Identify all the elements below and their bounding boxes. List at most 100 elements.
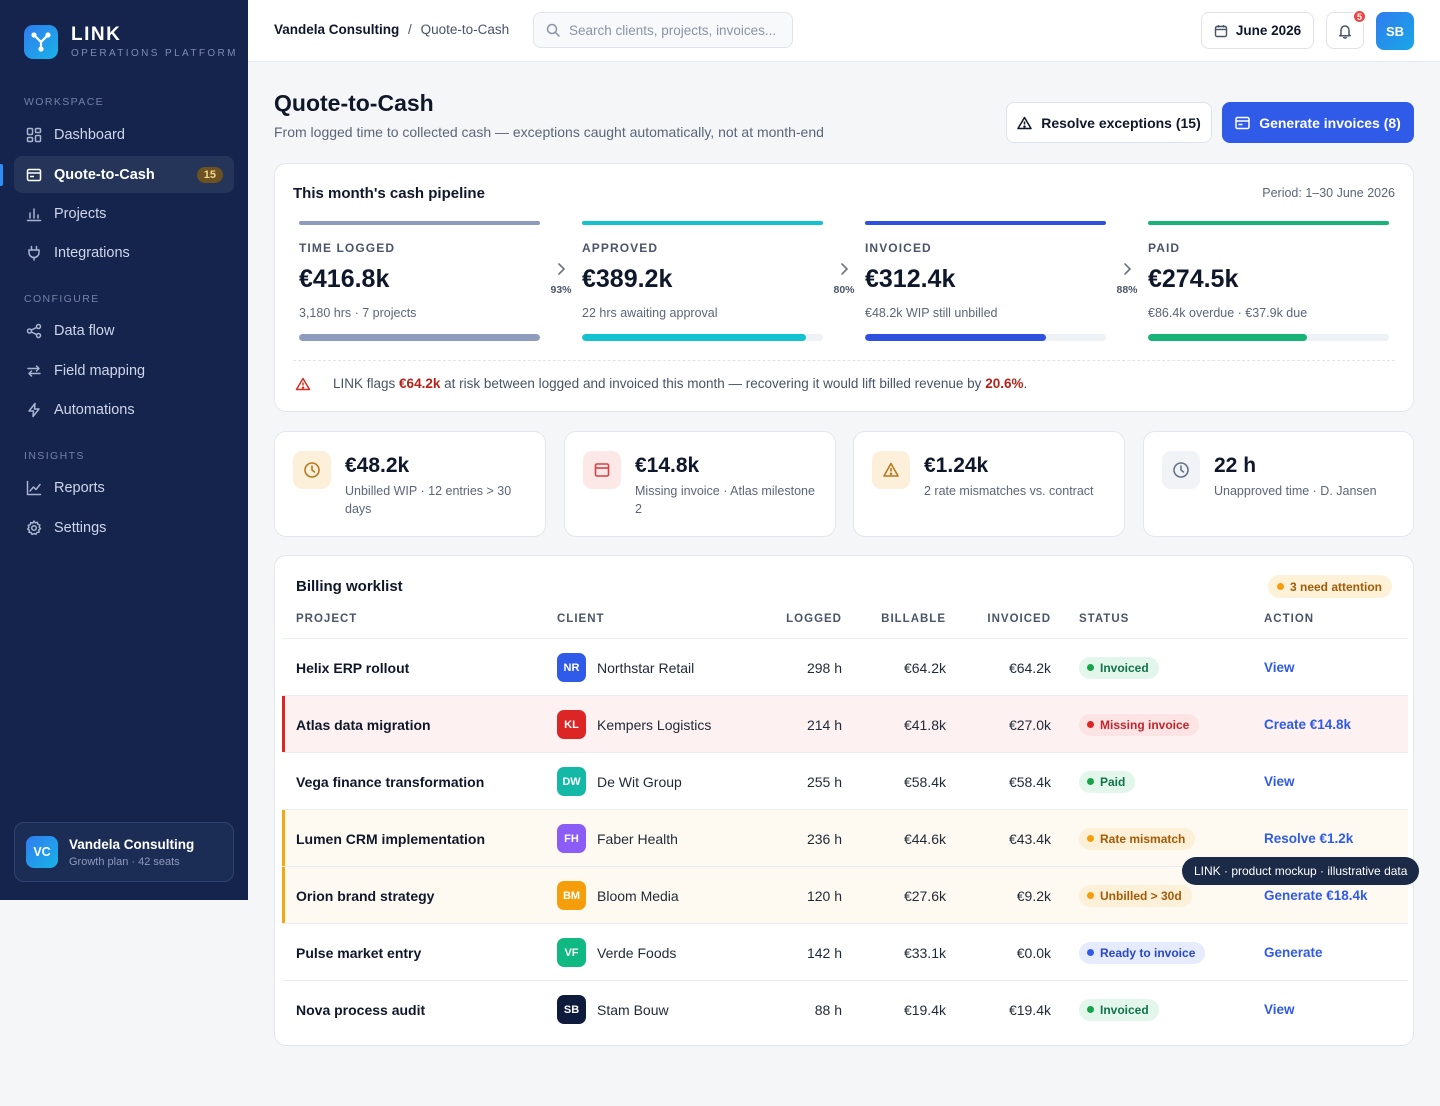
column-header-logged[interactable]: LOGGED <box>762 613 842 625</box>
sidebar-item-projects[interactable]: Projects <box>14 195 234 232</box>
status-cell: Unbilled > 30d <box>1079 867 1192 924</box>
org-switcher[interactable]: VC Vandela Consulting Growth plan · 42 s… <box>14 822 234 882</box>
resolve-exceptions-label: Resolve exceptions (15) <box>1041 114 1201 131</box>
project-name: Helix ERP rollout <box>296 659 410 676</box>
invoiced-amount: €19.4k <box>1008 1001 1051 1018</box>
invoice-icon <box>583 451 621 489</box>
client-cell: SB Stam Bouw <box>557 981 669 1038</box>
status-cell: Ready to invoice <box>1079 924 1206 981</box>
sidebar-item-label: Dashboard <box>54 126 125 143</box>
share-icon <box>25 322 43 340</box>
sidebar-item-settings[interactable]: Settings <box>14 509 234 546</box>
breadcrumb-org[interactable]: Vandela Consulting <box>274 22 399 37</box>
risk-pct: 20.6% <box>985 376 1024 391</box>
risk-amount: €64.2k <box>399 376 441 391</box>
stat-label: Missing invoice · Atlas milestone 2 <box>635 484 815 516</box>
column-header-action: ACTION <box>1264 613 1315 625</box>
breadcrumb-separator: / <box>408 22 412 37</box>
stat-unapproved-time[interactable]: 22 h Unapproved time · D. Jansen <box>1143 431 1414 537</box>
sidebar: LINK OPERATIONS PLATFORM WORKSPACE Dashb… <box>0 0 248 900</box>
project-name: Orion brand strategy <box>296 887 435 904</box>
search-input[interactable]: Search clients, projects, invoices... <box>533 12 793 48</box>
date-picker-button[interactable]: June 2026 <box>1201 12 1314 49</box>
stat-label: Unbilled WIP · 12 entries > 30 days <box>345 484 512 516</box>
sidebar-item-integrations[interactable]: Integrations <box>14 234 234 271</box>
pipeline-title: This month's cash pipeline <box>293 185 485 202</box>
stat-missing-invoice[interactable]: €14.8k Missing invoice · Atlas milestone… <box>564 431 836 537</box>
project-name: Lumen CRM implementation <box>296 830 486 847</box>
stage-progress-fill <box>582 334 807 341</box>
client-name: Verde Foods <box>597 944 677 961</box>
sidebar-item-label: Automations <box>54 401 135 418</box>
stage-amount: €274.5k <box>1148 265 1239 293</box>
status-cell: Invoiced <box>1079 981 1159 1038</box>
stage-note: €86.4k overdue · €37.9k due <box>1148 306 1308 320</box>
bar-chart-icon <box>25 205 43 223</box>
sidebar-item-reports[interactable]: Reports <box>14 469 234 506</box>
attention-badge: 3 need attention <box>1267 575 1392 598</box>
sidebar-item-automations[interactable]: Automations <box>14 391 234 428</box>
table-row[interactable]: Helix ERP rollout NR Northstar Retail 298 h… <box>282 638 1408 695</box>
column-header-project[interactable]: PROJECT <box>296 613 357 625</box>
invoiced-amount: €43.4k <box>1008 830 1051 847</box>
client-name: Stam Bouw <box>597 1001 669 1018</box>
row-flag-edge <box>282 867 285 924</box>
row-action-link[interactable]: View <box>1264 753 1295 810</box>
stage-paid: PAID €274.5k €86.4k overdue · €37.9k due <box>1148 221 1389 341</box>
resolve-exceptions-button[interactable]: Resolve exceptions (15) <box>1006 102 1212 143</box>
column-header-invoiced[interactable]: INVOICED <box>962 613 1051 625</box>
invoiced-amount: €9.2k <box>1016 887 1051 904</box>
conversion-rate: 93% <box>550 284 572 296</box>
table-row[interactable]: Vega finance transformation DW De Wit Grou… <box>282 752 1408 809</box>
column-header-billable[interactable]: BILLABLE <box>862 613 946 625</box>
stat-rate-mismatch[interactable]: €1.24k 2 rate mismatches vs. contract <box>853 431 1125 537</box>
column-header-status[interactable]: STATUS <box>1079 613 1129 625</box>
sidebar-item-quote-to-cash[interactable]: Quote-to-Cash 15 <box>14 156 234 193</box>
table-row[interactable]: Pulse market entry VF Verde Foods 142 h €33.… <box>282 923 1408 980</box>
arrows-icon <box>25 362 43 380</box>
status-dot <box>1087 949 1094 956</box>
calendar-icon <box>1214 24 1228 38</box>
date-label: June 2026 <box>1235 23 1302 38</box>
conversion-2: 80% <box>829 262 859 296</box>
table-row[interactable]: Nova process audit SB Stam Bouw 88 h €19.4k €… <box>282 980 1408 1037</box>
chevron-right-icon <box>829 262 859 276</box>
client-name: Faber Health <box>597 830 678 847</box>
billable-amount: €58.4k <box>903 773 946 790</box>
chevron-right-icon <box>546 262 576 276</box>
column-header-client[interactable]: CLIENT <box>557 613 605 625</box>
sidebar-item-field-mapping[interactable]: Field mapping <box>14 352 234 389</box>
sidebar-item-dashboard[interactable]: Dashboard <box>14 116 234 153</box>
client-avatar: KL <box>557 710 586 739</box>
stage-label: PAID <box>1148 241 1181 255</box>
stage-accent <box>299 221 540 225</box>
sidebar-item-label: Integrations <box>54 244 130 261</box>
row-action-link[interactable]: Create €14.8k <box>1264 696 1351 753</box>
invoiced-amount: €27.0k <box>1008 716 1051 733</box>
status-label: Missing invoice <box>1100 717 1190 732</box>
breadcrumb-page: Quote-to-Cash <box>420 22 510 37</box>
stat-value: €14.8k <box>635 454 700 477</box>
brand-title: LINK <box>71 24 122 45</box>
sidebar-item-label: Projects <box>54 205 107 222</box>
stat-unbilled-wip[interactable]: €48.2k Unbilled WIP · 12 entries > 30 da… <box>274 431 546 537</box>
row-action-link[interactable]: Generate <box>1264 924 1323 981</box>
search-placeholder: Search clients, projects, invoices... <box>569 22 777 38</box>
generate-invoices-button[interactable]: Generate invoices (8) <box>1222 102 1414 143</box>
user-avatar[interactable]: SB <box>1376 12 1414 50</box>
stage-time-logged: TIME LOGGED €416.8k 3,180 hrs · 7 projec… <box>299 221 540 341</box>
page-subtitle: From logged time to collected cash — exc… <box>274 124 824 140</box>
stage-note: €48.2k WIP still unbilled <box>865 306 998 320</box>
sidebar-item-label: Quote-to-Cash <box>54 166 155 183</box>
page-title: Quote-to-Cash <box>274 90 434 116</box>
stage-amount: €389.2k <box>582 265 673 293</box>
table-row[interactable]: Atlas data migration KL Kempers Logistics 2… <box>282 695 1408 753</box>
logged-hours: 255 h <box>806 773 842 790</box>
client-avatar: NR <box>557 653 586 682</box>
lightning-icon <box>25 401 43 419</box>
stage-progress-track <box>1148 334 1389 341</box>
row-action-link[interactable]: View <box>1264 639 1295 696</box>
sidebar-item-data-flow[interactable]: Data flow <box>14 312 234 349</box>
client-avatar: SB <box>557 995 586 1024</box>
row-action-link[interactable]: View <box>1264 981 1295 1038</box>
